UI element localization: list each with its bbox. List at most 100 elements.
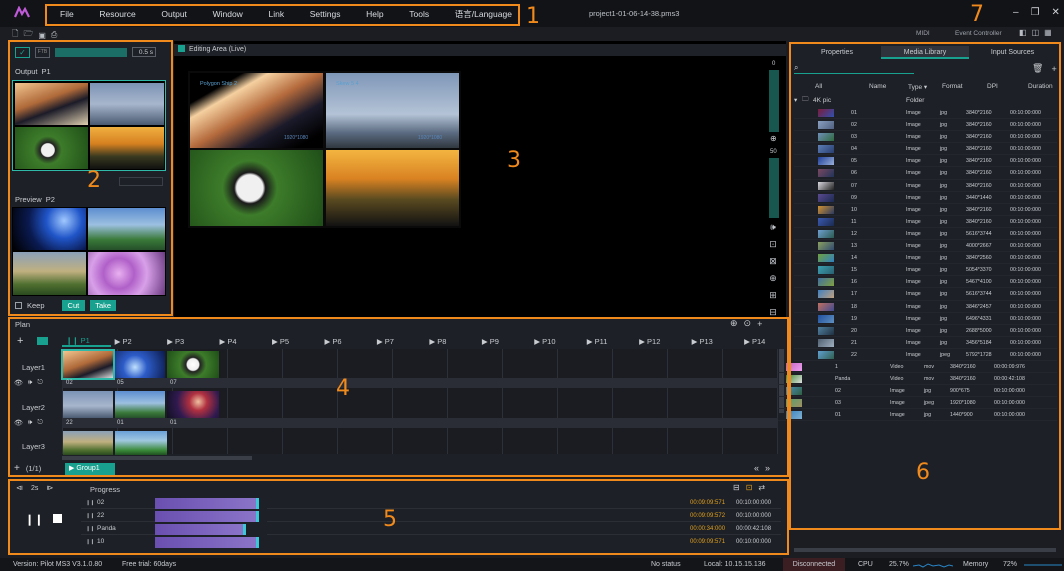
plan-location-icon[interactable]: ⊙ <box>744 318 752 329</box>
library-row[interactable]: 01 Image jpg 3840*2160 00:10:00:000 <box>794 107 1057 120</box>
canvas[interactable]: Polygon Ship 2 Skew 5 4 1920*1080 1920*1… <box>188 71 461 228</box>
connection-status[interactable]: Disconnected <box>783 558 845 571</box>
library-row[interactable]: 13 Image jpg 4000*2667 00:10:00:000 <box>794 240 1057 253</box>
col-all[interactable]: All <box>815 83 822 90</box>
canvas-layer-sunset[interactable] <box>326 150 459 226</box>
group-add-icon[interactable]: + <box>14 463 20 474</box>
grid-icon[interactable]: ▦ <box>1044 28 1052 37</box>
library-row[interactable]: 02 Image jpg 900*675 00:10:00:000 <box>778 385 1057 398</box>
loop-icon[interactable]: ⊡ <box>746 483 753 492</box>
output-slider[interactable] <box>119 177 163 186</box>
midi-button[interactable]: MIDI <box>916 30 930 37</box>
minimize-icon[interactable]: – <box>1013 7 1019 18</box>
tab-media-library[interactable]: Media Library <box>881 45 969 59</box>
progress-bar[interactable] <box>155 498 267 509</box>
col-type[interactable]: Type ▾ <box>908 83 927 91</box>
library-row[interactable]: 01 Image jpg 1440*900 00:10:00:000 <box>778 409 1057 422</box>
page-tab-p7[interactable]: ▶ P7 <box>373 337 425 346</box>
page-tab-p9[interactable]: ▶ P9 <box>478 337 530 346</box>
audio-icon[interactable]: 🕪 <box>28 419 32 427</box>
delete-icon[interactable]: 🗑 <box>1032 63 1043 74</box>
add-media-icon[interactable]: + <box>1051 64 1056 74</box>
menu-output[interactable]: Output <box>161 9 187 19</box>
menu-settings[interactable]: Settings <box>310 9 341 19</box>
progress-bar[interactable] <box>155 524 267 535</box>
library-row[interactable]: 11 Image jpg 3840*2160 00:10:00:000 <box>794 216 1057 228</box>
page-tab-p10[interactable]: ▶ P10 <box>530 337 582 346</box>
layer-icon[interactable]: ⊕ <box>770 134 777 143</box>
plan-hscroll[interactable] <box>62 456 252 460</box>
save-file-icon[interactable]: ▣ <box>38 31 46 40</box>
chevron-down-icon[interactable]: ▾ <box>794 96 797 104</box>
target-icon[interactable]: ⊕ <box>769 273 777 284</box>
library-row[interactable]: 19 Image jpg 6496*4331 00:10:00:000 <box>794 313 1057 325</box>
next-page-icon[interactable]: » <box>765 463 770 473</box>
page-tab-p5[interactable]: ▶ P5 <box>268 337 320 346</box>
output-tile-sunset[interactable] <box>90 127 164 169</box>
close-icon[interactable]: ✕ <box>1052 7 1060 18</box>
tab-properties[interactable]: Properties <box>793 46 881 59</box>
library-row[interactable]: 18 Image jpg 3846*2457 00:10:00:000 <box>794 301 1057 313</box>
fit-button[interactable]: FTB <box>35 46 50 58</box>
clip-layer2-1[interactable] <box>63 391 113 418</box>
library-row[interactable]: 05 Image jpg 3840*2160 00:10:00:000 <box>794 155 1057 168</box>
crop-icon[interactable]: ⊠ <box>769 256 777 267</box>
preview-tile-castle[interactable] <box>88 208 165 250</box>
output-tile-panda[interactable] <box>15 127 88 169</box>
library-row[interactable]: 22 Image jpeg 5792*1728 00:10:00:000 <box>794 349 1057 361</box>
page-tab-p13[interactable]: ▶ P13 <box>688 337 740 346</box>
library-row[interactable]: 03 Image jpg 3840*2160 00:10:00:000 <box>794 131 1057 144</box>
take-button[interactable]: Take <box>90 300 117 311</box>
page-tab-p11[interactable]: ▶ P11 <box>583 337 635 346</box>
tab-input-sources[interactable]: Input Sources <box>969 46 1056 59</box>
page-tab-p14[interactable]: ▶ P14 <box>740 337 782 346</box>
preview-tile-earth[interactable] <box>13 208 86 250</box>
menu-tools[interactable]: Tools <box>409 9 429 19</box>
library-search[interactable]: ⌕ <box>794 63 914 74</box>
step-back-icon[interactable]: ⧏ <box>16 484 23 492</box>
zoom-slider[interactable] <box>769 70 779 132</box>
library-row[interactable]: 03 Image jpeg 1920*1080 00:10:00:000 <box>778 397 1057 410</box>
library-row[interactable]: 09 Image jpg 3440*1440 00:10:00:000 <box>794 192 1057 204</box>
page-tab-p1[interactable]: ❙❙ P1 <box>62 336 111 347</box>
plan-target-icon[interactable]: ⊕ <box>730 318 738 329</box>
list-icon[interactable]: ⊟ <box>733 483 740 492</box>
col-name[interactable]: Name <box>869 83 886 90</box>
expand-icon[interactable]: ⊞ <box>769 290 777 301</box>
plan-add-button[interactable]: + <box>17 335 23 347</box>
audio-icon[interactable]: 🕪 <box>28 379 32 387</box>
lock-icon[interactable]: ⎋ <box>37 379 43 387</box>
split-icon[interactable]: ◫ <box>1032 28 1040 37</box>
pause-button[interactable]: ❙❙ <box>25 513 43 526</box>
library-row[interactable]: 16 Image jpg 5467*4100 00:10:00:000 <box>794 276 1057 289</box>
stop-button[interactable] <box>53 514 62 523</box>
clip-layer1-1[interactable] <box>61 349 115 380</box>
progress-bar[interactable] <box>155 537 267 548</box>
duration-value[interactable]: 0.5 s <box>132 47 156 57</box>
page-tab-p4[interactable]: ▶ P4 <box>216 337 268 346</box>
plan-add-icon[interactable]: + <box>757 319 762 329</box>
menu-language[interactable]: 语言/Language <box>455 8 512 20</box>
library-row[interactable]: Panda Video mov 3840*2160 00:00:42:108 <box>778 373 1057 386</box>
ftb-check[interactable]: ✓ <box>15 46 30 58</box>
canvas-layer-panda[interactable] <box>190 150 323 226</box>
menu-link[interactable]: Link <box>268 9 284 19</box>
library-row[interactable]: 14 Image jpg 3840*2560 00:10:00:000 <box>794 252 1057 265</box>
volume-icon[interactable]: 🕪 <box>770 222 776 233</box>
lock-icon[interactable]: ⎋ <box>37 419 43 427</box>
preview-tile-landscape[interactable] <box>13 252 86 295</box>
library-row[interactable]: 06 Image jpg 3840*2160 00:10:00:000 <box>794 167 1057 180</box>
col-dpi[interactable]: DPI <box>987 83 998 90</box>
library-row[interactable]: 20 Image jpg 2688*5000 00:10:00:000 <box>794 325 1057 337</box>
menu-help[interactable]: Help <box>366 9 383 19</box>
page-tab-p3[interactable]: ▶ P3 <box>163 337 215 346</box>
keep-checkbox[interactable] <box>15 302 22 309</box>
col-duration[interactable]: Duration <box>1028 83 1053 90</box>
library-row[interactable]: 21 Image jpg 3456*5184 00:10:00:000 <box>794 337 1057 349</box>
snapshot-icon[interactable]: ⊡ <box>769 239 777 250</box>
library-row[interactable]: 15 Image jpg 5054*3370 00:10:00:000 <box>794 264 1057 277</box>
plan-mode-button[interactable] <box>37 337 48 345</box>
event-controller-button[interactable]: Event Controller <box>955 30 1002 37</box>
refresh-icon[interactable]: ⇄ <box>758 483 765 492</box>
progress-bar[interactable] <box>155 511 267 522</box>
